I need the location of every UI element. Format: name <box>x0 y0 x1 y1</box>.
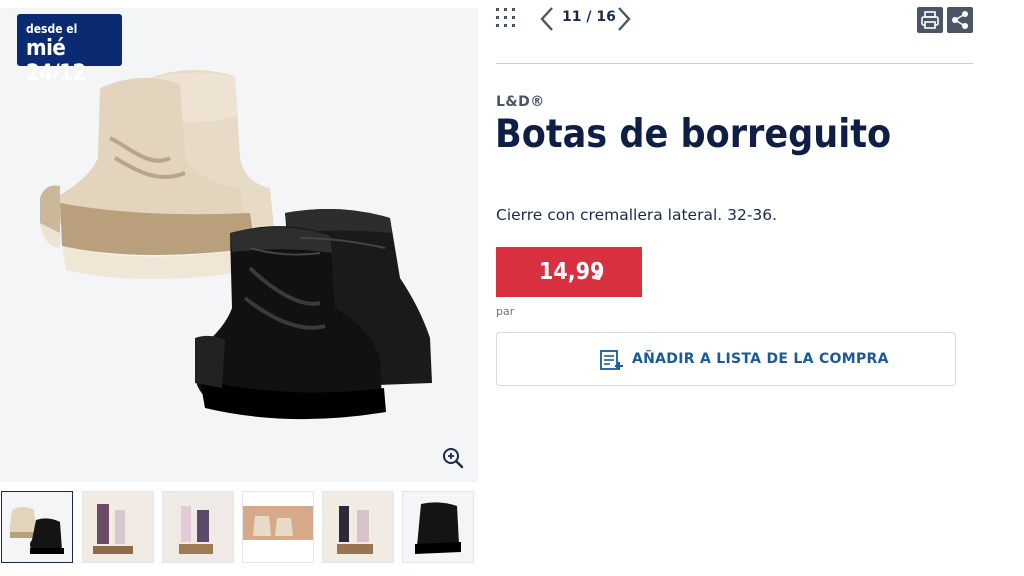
add-to-list-label: AÑADIR A LISTA DE LA COMPRA <box>632 351 889 367</box>
thumbnail-girls-sitting[interactable] <box>162 491 234 563</box>
brand-name: L&D® <box>496 94 545 110</box>
product-main-image[interactable]: desde el mié 24/12 <box>0 8 478 482</box>
price-box: 14,99 € <box>496 247 642 297</box>
add-to-shopping-list-button[interactable]: AÑADIR A LISTA DE LA COMPRA <box>496 332 956 386</box>
share-icon[interactable] <box>947 7 973 33</box>
thumbnail-boots-pair[interactable] <box>1 491 73 563</box>
badge-line1: desde el <box>26 22 78 36</box>
thumbnail-girls-stool[interactable] <box>322 491 394 563</box>
price-unit: par <box>496 305 515 318</box>
thumbnail-black-boot[interactable] <box>402 491 474 563</box>
zoom-in-icon[interactable] <box>441 446 465 470</box>
printer-icon[interactable] <box>917 7 943 33</box>
product-title: Botas de borreguito <box>495 112 892 157</box>
grid-icon[interactable] <box>495 6 521 32</box>
thumbnail-boots-worn[interactable] <box>242 491 314 563</box>
chevron-right-icon[interactable] <box>614 6 634 32</box>
price-currency: € <box>594 272 601 283</box>
gallery-counter: 11 / 16 <box>562 9 616 25</box>
chevron-left-icon[interactable] <box>538 6 558 32</box>
shopping-list-icon <box>600 349 624 371</box>
product-description: Cierre con cremallera lateral. 32-36. <box>496 206 778 224</box>
badge-date: mié 24/12 <box>26 36 86 86</box>
divider <box>496 63 973 64</box>
thumbnail-girls-standing[interactable] <box>82 491 154 563</box>
availability-badge: desde el mié 24/12 <box>17 14 122 86</box>
thumbnail-strip <box>0 491 480 563</box>
